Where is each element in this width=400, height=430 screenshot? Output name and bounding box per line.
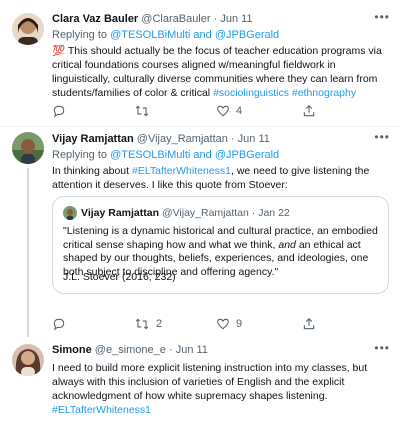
like-count: 9 [236, 318, 243, 330]
retweet-button[interactable] [134, 104, 156, 118]
retweet-icon [135, 105, 149, 117]
replying-prefix: Replying to [52, 149, 108, 161]
author-handle[interactable]: @Vijay_Ramjattan [137, 133, 228, 145]
replying-prefix: Replying to [52, 29, 108, 41]
author-name[interactable]: Simone [52, 344, 92, 356]
tweet-simone[interactable]: Simone @e_simone_e · Jun 11 I need to bu… [0, 337, 400, 430]
tweet-body-start: In thinking about [52, 165, 130, 177]
author-handle[interactable]: @ClaraBauler [141, 13, 210, 25]
avatar-clara[interactable] [12, 13, 44, 45]
tweet-actions: 4 [52, 104, 352, 120]
author-name[interactable]: Clara Vaz Bauler [52, 13, 138, 25]
tweet-body: I need to build more explicit listening … [52, 362, 368, 402]
reply-icon [53, 318, 65, 331]
quoted-author-name: Vijay Ramjattan [81, 207, 160, 219]
share-icon [303, 105, 315, 117]
share-button[interactable] [302, 104, 322, 118]
like-button[interactable]: 4 [216, 104, 242, 118]
tweet-vijay[interactable]: Vijay Ramjattan @Vijay_Ramjattan · Jun 1… [0, 127, 400, 337]
tweet-header: Clara Vaz Bauler @ClaraBauler · Jun 11 [52, 12, 392, 26]
separator: · [213, 13, 218, 25]
retweet-button[interactable]: 2 [134, 317, 162, 331]
quoted-avatar [63, 206, 77, 220]
like-count: 4 [236, 105, 243, 117]
tweet-text: In thinking about #ELTafterWhiteness1, w… [52, 164, 392, 192]
hashtag-link[interactable]: #ELTafterWhiteness1 [132, 165, 231, 177]
retweet-count: 2 [156, 318, 163, 330]
tweet-header: Simone @e_simone_e · Jun 11 [52, 343, 392, 357]
quoted-timestamp: Jan 22 [258, 207, 290, 219]
replying-to-links[interactable]: @TESOLBiMulti and @JPBGerald [110, 149, 279, 161]
more-icon[interactable]: ••• [374, 341, 390, 355]
like-icon [217, 318, 229, 330]
quoted-separator: · [251, 207, 256, 219]
timestamp[interactable]: Jun 11 [176, 344, 208, 356]
tweet-text: 💯 This should actually be the focus of t… [52, 44, 392, 100]
more-icon[interactable]: ••• [374, 130, 390, 144]
share-button[interactable] [302, 317, 322, 331]
tweet-clara[interactable]: Clara Vaz Bauler @ClaraBauler · Jun 11 R… [0, 0, 400, 126]
replying-to: Replying to @TESOLBiMulti and @JPBGerald [52, 28, 392, 42]
timestamp[interactable]: Jun 11 [220, 13, 252, 25]
author-handle[interactable]: @e_simone_e [95, 344, 166, 356]
replying-to: Replying to @TESOLBiMulti and @JPBGerald [52, 148, 392, 162]
reply-button[interactable] [52, 317, 72, 331]
retweet-icon [135, 318, 149, 330]
thread-line [27, 168, 29, 337]
avatar-simone[interactable] [12, 344, 44, 376]
avatar-vijay[interactable] [12, 132, 44, 164]
quoted-header: Vijay Ramjattan @Vijay_Ramjattan · Jan 2… [81, 206, 290, 220]
timestamp[interactable]: Jun 11 [238, 133, 270, 145]
reply-icon [53, 105, 65, 118]
hashtag-link[interactable]: #ELTafterWhiteness1 [52, 404, 151, 416]
share-icon [303, 318, 315, 330]
like-button[interactable]: 9 [216, 317, 242, 331]
quoted-author-handle: @Vijay_Ramjattan [161, 207, 249, 219]
more-icon[interactable]: ••• [374, 10, 390, 24]
hundred-points-emoji: 💯 [52, 45, 66, 57]
quoted-text-italic: and [278, 238, 296, 251]
author-name[interactable]: Vijay Ramjattan [52, 133, 134, 145]
like-icon [217, 105, 229, 117]
separator: · [230, 133, 235, 145]
separator: · [168, 344, 173, 356]
hashtag-links[interactable]: #sociolinguistics #ethnography [213, 87, 356, 99]
tweet-text: I need to build more explicit listening … [52, 361, 392, 417]
reply-button[interactable] [52, 104, 72, 118]
tweet-actions: 2 9 [52, 317, 352, 333]
replying-to-links[interactable]: @TESOLBiMulti and @JPBGerald [110, 29, 279, 41]
quoted-citation: J.L. Stoever (2016, 232) [63, 271, 176, 283]
quoted-tweet[interactable]: Vijay Ramjattan @Vijay_Ramjattan · Jan 2… [52, 196, 389, 294]
tweet-header: Vijay Ramjattan @Vijay_Ramjattan · Jun 1… [52, 132, 392, 146]
